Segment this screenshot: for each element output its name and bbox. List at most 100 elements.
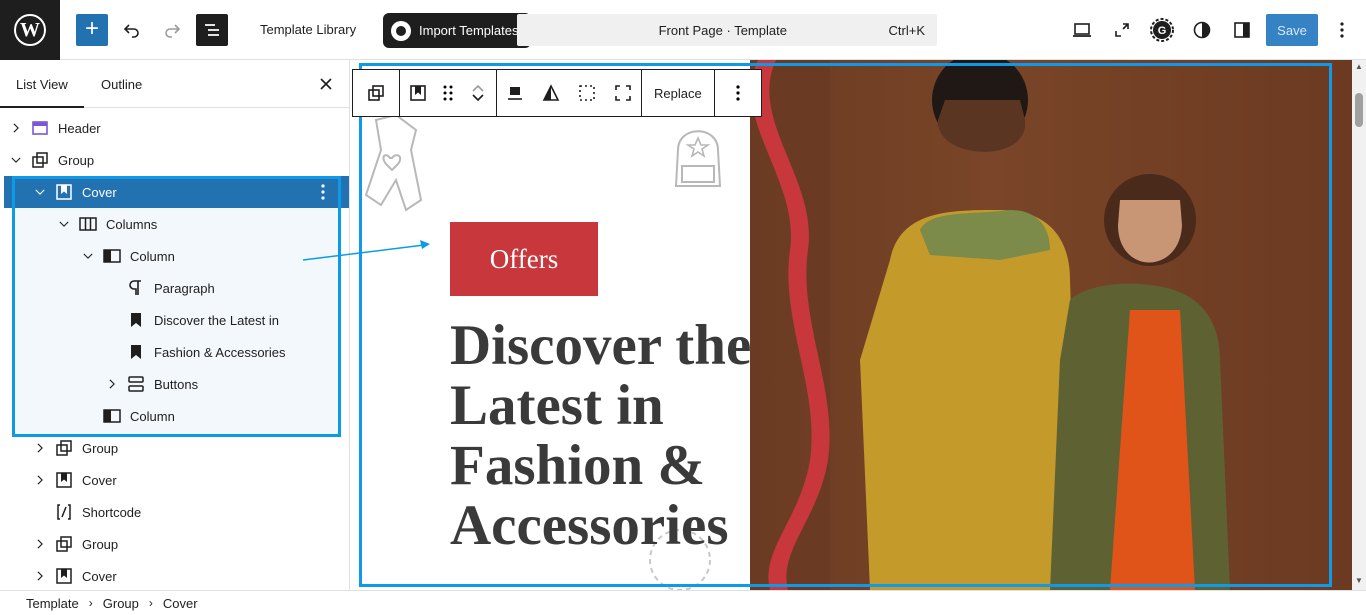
list-view-icon [205, 24, 219, 36]
list-view-item[interactable]: Column [0, 240, 349, 272]
document-title: Front Page · Template [658, 22, 787, 38]
chevron-down-icon [472, 94, 484, 102]
sidebar-icon [1234, 22, 1250, 38]
tab-outline[interactable]: Outline [101, 77, 142, 92]
breadcrumb-group[interactable]: Group [103, 596, 139, 611]
editor-canvas[interactable]: Offers Discover the Latest in Fashion & … [350, 60, 1352, 590]
overlay-button[interactable] [533, 70, 569, 116]
chevron-right-icon[interactable] [30, 470, 50, 490]
paragraph-icon [126, 278, 146, 298]
list-view-item[interactable]: Fashion & Accessories [0, 336, 349, 368]
chevron-right-icon[interactable] [30, 566, 50, 586]
scroll-up-arrow[interactable]: ▲ [1355, 62, 1363, 71]
list-view-item-label: Group [82, 536, 119, 552]
more-vertical-icon [1340, 22, 1344, 38]
list-view-item[interactable]: Cover [4, 176, 349, 208]
scrollbar-thumb[interactable] [1355, 93, 1363, 127]
hero-heading[interactable]: Discover the Latest in Fashion & Accesso… [450, 316, 830, 556]
editor-header: W + Template Library Import Templates Fr… [0, 0, 1366, 60]
chevron-right-icon: › [148, 596, 153, 610]
bookmark-icon [126, 342, 146, 362]
block-type-button[interactable] [400, 70, 436, 116]
breadcrumb-template[interactable]: Template [26, 596, 79, 611]
dotted-square-icon [579, 85, 595, 101]
list-view-item[interactable]: Shortcode [0, 496, 349, 528]
list-view-item-label: Cover [82, 184, 117, 200]
list-view-item[interactable]: Discover the Latest in [0, 304, 349, 336]
wordpress-logo-button[interactable]: W [0, 0, 60, 60]
g-gear-icon: G [1150, 18, 1174, 42]
select-parent-button[interactable] [353, 70, 399, 116]
cover-icon [54, 182, 74, 202]
save-button[interactable]: Save [1266, 14, 1318, 46]
list-view-item[interactable]: Group [0, 528, 349, 560]
chevron-down-icon[interactable] [78, 246, 98, 266]
list-view-item-label: Group [58, 152, 95, 168]
chevron-down-icon[interactable] [54, 214, 74, 234]
styles-button[interactable] [1186, 14, 1218, 46]
align-button[interactable] [569, 70, 605, 116]
block-tree: Header Group Cover Columns Column Paragraph Di… [0, 112, 349, 592]
annotation-arrow [302, 240, 430, 261]
contrast-triangle-icon [542, 84, 560, 101]
external-link-icon [1115, 23, 1129, 37]
block-options-button[interactable] [715, 70, 761, 116]
replace-button[interactable]: Replace [642, 70, 714, 116]
chevron-right-icon[interactable] [6, 118, 26, 138]
offers-button[interactable]: Offers [450, 222, 598, 296]
list-view-item[interactable]: Column [0, 400, 349, 432]
tab-list-view[interactable]: List View [0, 77, 84, 108]
list-view-item[interactable]: Cover [0, 560, 349, 592]
list-view-item[interactable]: Group [0, 432, 349, 464]
move-up-down-button[interactable] [460, 70, 496, 116]
backpack-doodle-icon [674, 130, 722, 187]
clothing-doodle-icon [364, 113, 423, 212]
cover-icon [410, 85, 426, 101]
block-inserter-button[interactable]: + [76, 14, 108, 46]
chevron-right-icon[interactable] [30, 438, 50, 458]
group-icon [54, 438, 74, 458]
heading-line: Discover the [450, 314, 752, 377]
import-templates-button[interactable]: Import Templates [383, 13, 531, 48]
scroll-down-arrow[interactable]: ▼ [1355, 576, 1363, 585]
fullscreen-icon [615, 85, 631, 101]
change-content-position-button[interactable] [497, 70, 533, 116]
undo-button[interactable] [116, 14, 148, 46]
options-menu-button[interactable] [1326, 14, 1358, 46]
more-vertical-icon[interactable] [313, 182, 333, 202]
list-view-item[interactable]: Paragraph [0, 272, 349, 304]
drag-handle[interactable] [436, 70, 460, 116]
list-view-item[interactable]: Header [0, 112, 349, 144]
list-view-item-label: Discover the Latest in [154, 312, 280, 328]
svg-text:G: G [1158, 25, 1167, 37]
settings-sidebar-button[interactable] [1226, 14, 1258, 46]
chevron-down-icon[interactable] [6, 150, 26, 170]
list-view-item[interactable]: Group [0, 144, 349, 176]
full-height-button[interactable] [605, 70, 641, 116]
chevron-right-icon[interactable] [30, 534, 50, 554]
canvas-scrollbar[interactable]: ▲ ▼ [1352, 60, 1366, 590]
plugin-button[interactable]: G [1146, 14, 1178, 46]
alignment-group [497, 70, 642, 116]
close-sidebar-button[interactable] [314, 72, 338, 96]
list-view-item-label: Fashion & Accessories [154, 344, 286, 360]
list-view-item[interactable]: Buttons [0, 368, 349, 400]
chevron-right-icon[interactable] [102, 374, 122, 394]
import-logo-icon [391, 20, 411, 41]
list-view-item[interactable]: Columns [0, 208, 349, 240]
list-view-item-label: Paragraph [154, 280, 215, 296]
shortcode-icon [54, 502, 74, 522]
contrast-icon [1193, 21, 1211, 39]
document-overview-button[interactable] [196, 14, 228, 46]
template-library-link[interactable]: Template Library [260, 22, 356, 37]
device-preview-button[interactable] [1066, 14, 1098, 46]
group-icon [54, 534, 74, 554]
chevron-down-icon[interactable] [30, 182, 50, 202]
list-view-item[interactable]: Cover [0, 464, 349, 496]
view-fullscreen-button[interactable] [1106, 14, 1138, 46]
command-palette-bar[interactable]: Front Page · Template Ctrl+K [517, 14, 937, 46]
redo-button[interactable] [156, 14, 188, 46]
command-shortcut: Ctrl+K [888, 22, 925, 38]
